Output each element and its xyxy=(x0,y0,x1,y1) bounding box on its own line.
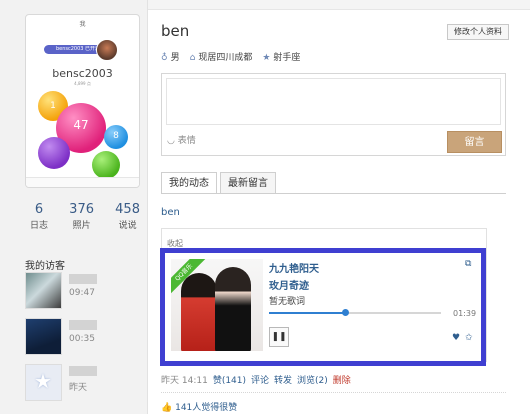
phone-username: bensc2003 xyxy=(52,67,113,80)
comment-composer: ◡ 表情 留言 xyxy=(161,73,506,156)
visitor-avatar[interactable] xyxy=(25,272,62,309)
collect-icon[interactable]: ✩ xyxy=(465,333,473,343)
profile-info: ♁ 男 ⌂ 现居四川成都 ★ 射手座 xyxy=(161,50,300,63)
album-title[interactable]: 玫月奇迹 xyxy=(269,277,309,292)
location-info: ⌂ 现居四川成都 xyxy=(190,50,253,63)
lyric-text: 暂无歌词 xyxy=(269,297,306,307)
gender-icon: ♁ xyxy=(161,53,168,63)
views-link[interactable]: 浏览(2) xyxy=(297,373,328,386)
visitor-item[interactable]: ★ 昨天 xyxy=(25,364,145,404)
visitor-avatar[interactable]: ★ xyxy=(25,364,62,401)
visitor-time: 昨天 xyxy=(69,383,88,393)
bubble-green[interactable] xyxy=(92,151,120,179)
visitor-avatar[interactable] xyxy=(25,318,62,355)
visitor-name-redacted xyxy=(69,366,97,376)
delete-link[interactable]: 删除 xyxy=(333,373,351,386)
stat-label: 日志 xyxy=(30,221,49,231)
gender-text: 男 xyxy=(170,53,180,63)
stat-value: 458 xyxy=(115,202,140,217)
visitor-time: 00:35 xyxy=(69,334,95,344)
phone-bottom-bar xyxy=(26,177,139,187)
stat-value: 376 xyxy=(69,202,94,217)
comment-link[interactable]: 评论 xyxy=(251,373,269,386)
post-comment-button[interactable]: 留言 xyxy=(447,131,502,153)
tab-latest-comments[interactable]: 最新留言 xyxy=(220,172,276,194)
album-cover[interactable]: QQ音乐 xyxy=(171,259,263,351)
phone-preview-card[interactable]: 我 bensc2003 已开通 bensc2003 4,899 点 1 47 8 xyxy=(25,14,140,188)
tab-my-activity[interactable]: 我的动态 xyxy=(161,172,217,194)
home-icon: ⌂ xyxy=(189,53,196,63)
likes-summary[interactable]: 👍 141人觉得很赞 xyxy=(161,400,237,413)
stat-value: 6 xyxy=(34,202,44,217)
feed-tabs: 我的动态 最新留言 xyxy=(161,172,279,194)
thumbs-up-icon: 👍 xyxy=(161,403,173,413)
music-player: QQ音乐 九九艳阳天 玫月奇迹 暂无歌词 01:39 ❚❚ ⧉ ♥ ✩ xyxy=(160,248,486,366)
song-title[interactable]: 九九艳阳天 xyxy=(269,260,319,275)
tabs-divider xyxy=(161,193,506,194)
pause-icon: ❚❚ xyxy=(271,332,287,342)
cover-figure xyxy=(181,273,217,351)
pause-button[interactable]: ❚❚ xyxy=(269,327,289,347)
zodiac-text: 射手座 xyxy=(273,53,301,63)
stat-blogs[interactable]: 6 日志 xyxy=(30,202,48,231)
track-duration: 01:39 xyxy=(453,309,477,318)
smile-icon: ◡ xyxy=(167,136,175,146)
visitors-title: 我的访客 xyxy=(25,261,65,272)
phone-score: 4,899 点 xyxy=(74,81,91,86)
bubble-purple[interactable] xyxy=(38,137,70,169)
popout-icon[interactable]: ⧉ xyxy=(465,259,471,269)
progress-fill xyxy=(269,312,345,314)
left-sidebar: 我 bensc2003 已开通 bensc2003 4,899 点 1 47 8… xyxy=(0,0,148,414)
stat-label: 说说 xyxy=(118,221,137,231)
bubble-blue[interactable]: 8 xyxy=(104,125,128,149)
location-text: 现居四川成都 xyxy=(198,53,253,63)
zodiac-info: ★ 射手座 xyxy=(262,50,300,63)
edit-profile-button[interactable]: 修改个人资料 xyxy=(447,24,509,40)
stat-label: 照片 xyxy=(72,221,91,231)
stat-photos[interactable]: 376 照片 xyxy=(69,202,94,231)
stat-posts[interactable]: 458 说说 xyxy=(115,202,140,231)
visitor-name-redacted xyxy=(69,274,97,284)
feed-meta: 昨天 14:11 赞(141) 评论 转发 浏览(2) 删除 xyxy=(161,373,351,386)
heart-icon[interactable]: ♥ xyxy=(452,333,460,343)
feed-username[interactable]: ben xyxy=(161,207,180,218)
emoji-button[interactable]: ◡ 表情 xyxy=(167,133,196,146)
star-icon: ★ xyxy=(34,369,52,393)
visitor-name-redacted xyxy=(69,320,97,330)
emoji-label: 表情 xyxy=(177,136,196,146)
profile-stats: 6 日志 376 照片 458 说说 xyxy=(30,202,140,231)
cover-figure xyxy=(215,267,251,351)
profile-name: ben xyxy=(161,22,190,40)
meta-divider xyxy=(161,392,506,393)
forward-link[interactable]: 转发 xyxy=(274,373,292,386)
post-time: 昨天 14:11 xyxy=(161,376,208,386)
visitor-item[interactable]: 00:35 xyxy=(25,318,145,358)
bubble-pink-value: 47 xyxy=(73,118,89,132)
likes-text: 141人觉得很赞 xyxy=(175,403,238,413)
star-icon: ★ xyxy=(262,53,271,63)
visitor-time: 09:47 xyxy=(69,288,95,298)
phone-title: 我 xyxy=(79,21,86,28)
gender-info: ♁ 男 xyxy=(161,50,180,63)
like-link[interactable]: 赞(141) xyxy=(213,373,246,386)
progress-bar[interactable] xyxy=(269,309,441,316)
progress-knob[interactable] xyxy=(341,309,349,316)
avatar[interactable] xyxy=(96,39,118,61)
visitor-item[interactable]: 09:47 xyxy=(25,272,145,312)
comment-input[interactable] xyxy=(166,78,501,125)
